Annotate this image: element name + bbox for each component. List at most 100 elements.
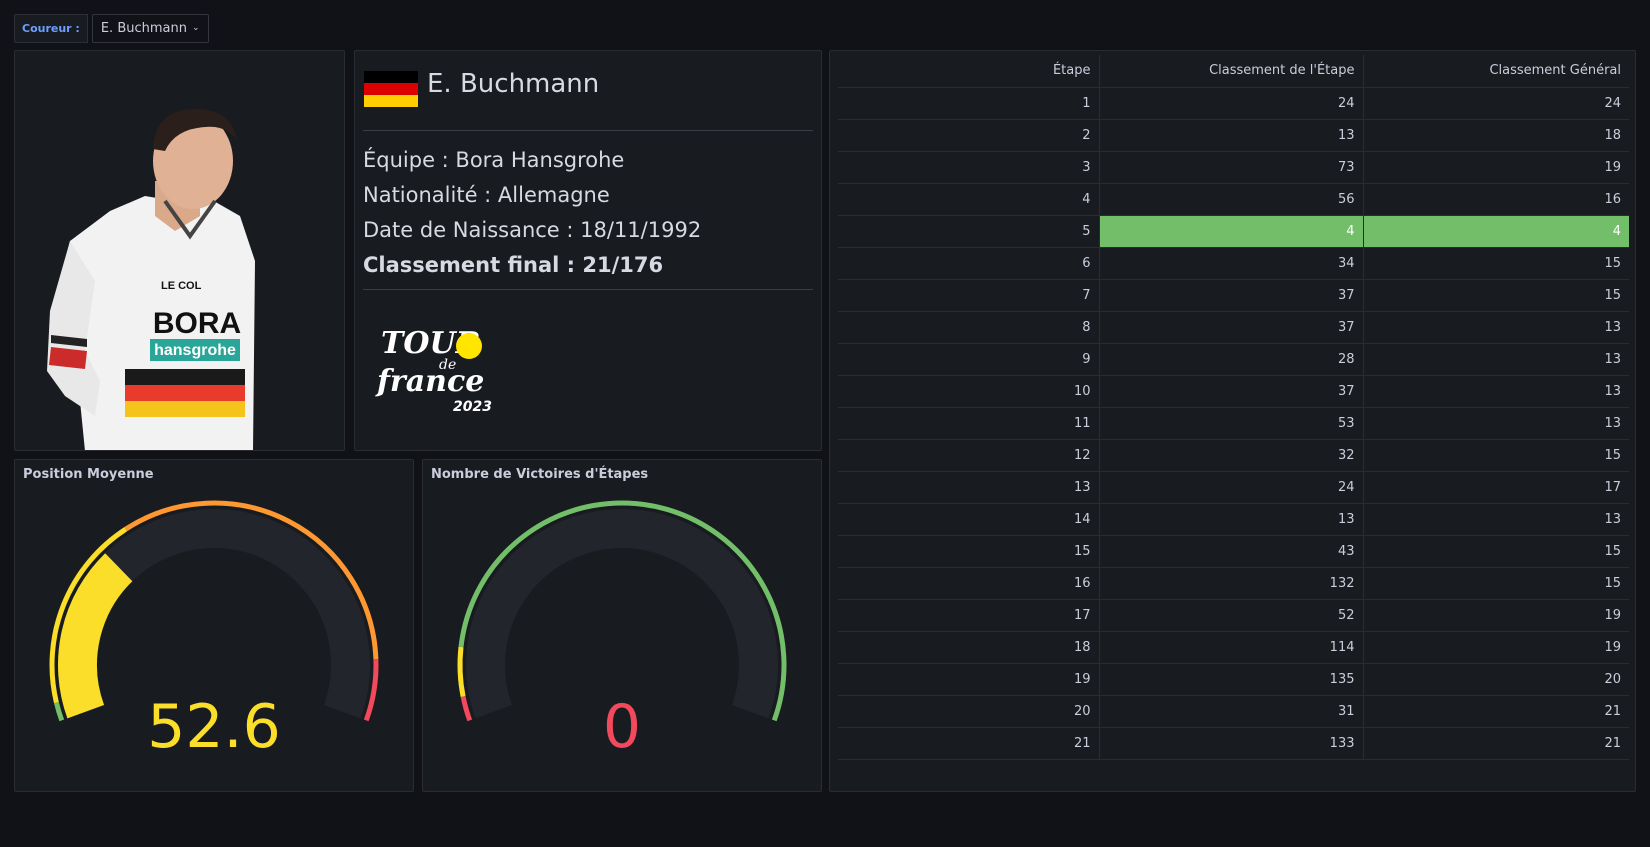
cell-stage-rank: 132 (1098, 567, 1363, 600)
flag-stripe-red (364, 83, 418, 95)
cell-general-rank: 16 (1362, 183, 1629, 216)
panel-title: Nombre de Victoires d'Étapes (431, 467, 649, 482)
cell-general-rank: 21 (1362, 695, 1629, 728)
table-row: 13 24 17 (838, 471, 1629, 504)
average-position-value: 52.6 (147, 692, 281, 762)
cell-stage: 15 (838, 535, 1099, 568)
cell-stage-rank: 114 (1098, 631, 1363, 664)
gauge-track (466, 509, 778, 719)
cell-general-rank: 19 (1362, 151, 1629, 184)
cell-general-rank: 20 (1362, 663, 1629, 696)
cell-general-rank: 18 (1362, 119, 1629, 152)
cell-general-rank: 4 (1362, 215, 1629, 248)
variable-bar: Coureur : E. Buchmann ⌄ (14, 14, 209, 43)
final-ranking-line: Classement final : 21/176 (363, 253, 664, 277)
table-row: 12 32 15 (838, 439, 1629, 472)
cell-stage: 8 (838, 311, 1099, 344)
table-row: 16 132 15 (838, 567, 1629, 600)
divider (363, 130, 813, 131)
cell-general-rank: 15 (1362, 439, 1629, 472)
stage-results-table-panel: Étape Classement de l'Étape Classement G… (829, 50, 1636, 792)
rider-info-panel: E. Buchmann Équipe : Bora Hansgrohe Nati… (354, 50, 822, 451)
cell-stage: 3 (838, 151, 1099, 184)
cell-stage-rank: 53 (1098, 407, 1363, 440)
table-row: 6 34 15 (838, 247, 1629, 280)
table-row: 9 28 13 (838, 343, 1629, 376)
cell-stage: 11 (838, 407, 1099, 440)
logo-france: france (375, 364, 484, 399)
rider-photo-panel: hansgrohe BORA LE COL (14, 50, 345, 451)
cell-stage: 9 (838, 343, 1099, 376)
table-row: 19 135 20 (838, 663, 1629, 696)
cell-stage: 20 (838, 695, 1099, 728)
cell-stage-rank: 43 (1098, 535, 1363, 568)
rider-select-value: E. Buchmann (100, 21, 187, 36)
cell-general-rank: 15 (1362, 567, 1629, 600)
tour-de-france-logo: TOUR de france 2023 (375, 326, 492, 415)
jersey-text-hansgrohe: hansgrohe (154, 342, 236, 359)
cell-stage-rank: 56 (1098, 183, 1363, 216)
table-row: 8 37 13 (838, 311, 1629, 344)
column-header-stage-rank[interactable]: Classement de l'Étape (1098, 55, 1363, 88)
cell-stage: 1 (838, 87, 1099, 120)
stage-wins-value: 0 (602, 692, 642, 762)
cell-stage-rank: 73 (1098, 151, 1363, 184)
cell-stage-rank: 31 (1098, 695, 1363, 728)
cell-stage-rank: 32 (1098, 439, 1363, 472)
table-row: 2 13 18 (838, 119, 1629, 152)
logo-year: 2023 (453, 399, 492, 415)
gauge-track (58, 509, 370, 719)
table-row: 4 56 16 (838, 183, 1629, 216)
gauge-value-fill (58, 553, 133, 719)
cell-stage-rank: 24 (1098, 471, 1363, 504)
nationality-line: Nationalité : Allemagne (363, 183, 610, 207)
cell-general-rank: 15 (1362, 279, 1629, 312)
cell-general-rank: 24 (1362, 87, 1629, 120)
jersey-text-lecol: LE COL (161, 280, 202, 292)
cell-general-rank: 15 (1362, 247, 1629, 280)
flag-stripe-gold (364, 95, 418, 107)
cell-general-rank: 17 (1362, 471, 1629, 504)
divider (363, 289, 813, 290)
rider-photo: hansgrohe BORA LE COL (47, 109, 255, 450)
cell-general-rank: 19 (1362, 631, 1629, 664)
cell-stage-rank: 13 (1098, 503, 1363, 536)
table-row: 3 73 19 (838, 151, 1629, 184)
cell-stage: 13 (838, 471, 1099, 504)
table-row: 20 31 21 (838, 695, 1629, 728)
stage-results-table: Étape Classement de l'Étape Classement G… (838, 55, 1629, 760)
cell-stage-rank: 28 (1098, 343, 1363, 376)
cell-general-rank: 13 (1362, 375, 1629, 408)
cell-stage: 14 (838, 503, 1099, 536)
cell-stage-rank: 4 (1098, 215, 1363, 248)
rider-select[interactable]: E. Buchmann ⌄ (91, 14, 209, 43)
cell-stage: 12 (838, 439, 1099, 472)
table-row: 10 37 13 (838, 375, 1629, 408)
column-header-stage[interactable]: Étape (838, 55, 1099, 88)
rider-name: E. Buchmann (427, 69, 600, 99)
germany-flag-icon (364, 71, 418, 107)
chevron-down-icon: ⌄ (191, 23, 200, 33)
cell-stage: 16 (838, 567, 1099, 600)
table-row: 1 24 24 (838, 87, 1629, 120)
column-header-general-rank[interactable]: Classement Général (1362, 55, 1629, 88)
cell-general-rank: 13 (1362, 503, 1629, 536)
rider-details: Équipe : Bora Hansgrohe Nationalité : Al… (363, 143, 701, 283)
cell-stage: 5 (838, 215, 1099, 248)
cell-general-rank: 13 (1362, 343, 1629, 376)
team-line: Équipe : Bora Hansgrohe (363, 148, 625, 172)
cell-stage: 19 (838, 663, 1099, 696)
cell-stage-rank: 37 (1098, 279, 1363, 312)
cell-general-rank: 15 (1362, 535, 1629, 568)
cell-stage-rank: 37 (1098, 375, 1363, 408)
birth-date-line: Date de Naissance : 18/11/1992 (363, 218, 702, 242)
cell-stage-rank: 52 (1098, 599, 1363, 632)
table-row: 14 13 13 (838, 503, 1629, 536)
cell-stage: 7 (838, 279, 1099, 312)
cell-stage-rank: 37 (1098, 311, 1363, 344)
cell-stage: 4 (838, 183, 1099, 216)
flag-stripe-black (364, 71, 418, 83)
cell-stage: 21 (838, 727, 1099, 760)
cell-stage: 6 (838, 247, 1099, 280)
table-row: 18 114 19 (838, 631, 1629, 664)
